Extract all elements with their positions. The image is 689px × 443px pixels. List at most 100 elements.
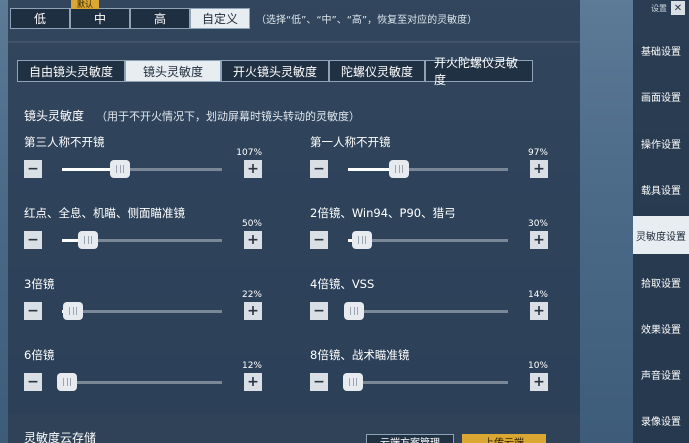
slider-thumb[interactable] xyxy=(344,302,365,320)
sensitivity-tabs: 自由镜头灵敏度 镜头灵敏度 开火镜头灵敏度 陀螺仪灵敏度 开火陀螺仪灵敏度 xyxy=(17,56,533,87)
slider-fpp-no-scope: 第一人称不开镜 97% − + xyxy=(310,134,548,184)
decrease-button[interactable]: − xyxy=(24,160,42,178)
grip-icon xyxy=(83,236,92,244)
tab-fire-gyroscope[interactable]: 开火陀螺仪灵敏度 xyxy=(425,56,533,87)
sidebar-item-label: 灵敏度设置 xyxy=(636,231,686,243)
decrease-button[interactable]: − xyxy=(24,373,42,391)
increase-button[interactable]: + xyxy=(244,302,262,320)
slider-track[interactable] xyxy=(348,231,508,249)
plus-icon: + xyxy=(533,303,545,319)
decrease-button[interactable]: − xyxy=(310,231,328,249)
slider-track[interactable] xyxy=(342,373,508,391)
slider-6x-scope: 6倍镜 12% − + xyxy=(24,347,262,397)
slider-percent: 50% xyxy=(241,219,262,229)
sidebar-item-label: 基础设置 xyxy=(641,46,681,58)
preset-medium-button[interactable]: 中 xyxy=(70,7,130,29)
grip-icon xyxy=(348,378,357,386)
sidebar-item-label: 录像设置 xyxy=(641,416,681,428)
decrease-button[interactable]: − xyxy=(24,231,42,249)
sidebar-header-title: 设置 xyxy=(651,3,667,13)
slider-track[interactable] xyxy=(348,160,508,178)
slider-thumb[interactable] xyxy=(63,302,84,320)
plus-icon: + xyxy=(247,374,259,390)
increase-button[interactable]: + xyxy=(244,231,262,249)
minus-icon: − xyxy=(313,161,325,177)
increase-button[interactable]: + xyxy=(530,231,548,249)
cloud-storage-section: 灵敏度云存储 云端方案管理 上传云端 xyxy=(8,414,580,443)
sidebar-item-vehicle[interactable]: 载具设置 xyxy=(633,170,689,208)
plus-icon: + xyxy=(247,303,259,319)
slider-thumb[interactable] xyxy=(56,373,77,391)
sidebar-item-recording[interactable]: 录像设置 xyxy=(633,401,689,439)
slider-track[interactable] xyxy=(62,160,222,178)
preset-custom-button[interactable]: 自定义 xyxy=(190,7,250,29)
slider-track[interactable] xyxy=(56,373,222,391)
slider-track[interactable] xyxy=(62,231,222,249)
tab-gyroscope-label: 陀螺仪灵敏度 xyxy=(340,64,413,79)
tab-camera[interactable]: 镜头灵敏度 xyxy=(125,60,221,82)
decrease-button[interactable]: − xyxy=(24,302,42,320)
sidebar-item-audio[interactable]: 声音设置 xyxy=(633,355,689,393)
decrease-button[interactable]: − xyxy=(310,160,328,178)
slider-thumb[interactable] xyxy=(352,231,373,249)
sidebar-item-effects[interactable]: 效果设置 xyxy=(633,309,689,347)
decrease-button[interactable]: − xyxy=(310,302,328,320)
increase-button[interactable]: + xyxy=(530,373,548,391)
grip-icon xyxy=(350,307,359,315)
slider-percent: 12% xyxy=(241,361,262,371)
plus-icon: + xyxy=(533,232,545,248)
slider-percent: 22% xyxy=(241,290,262,300)
grip-icon xyxy=(69,307,78,315)
minus-icon: − xyxy=(313,232,325,248)
grip-icon xyxy=(395,165,404,173)
preset-selector: 低 中 高 自定义 默认 （选择“低”、“中”、“高”，恢复至对应的灵敏度） xyxy=(10,0,477,29)
grip-icon xyxy=(358,236,367,244)
preset-low-button[interactable]: 低 xyxy=(10,7,70,29)
sidebar-item-label: 载具设置 xyxy=(641,185,681,197)
plus-icon: + xyxy=(247,232,259,248)
slider-percent: 107% xyxy=(236,148,262,158)
sidebar-item-controls[interactable]: 操作设置 xyxy=(633,124,689,162)
increase-button[interactable]: + xyxy=(244,373,262,391)
slider-thumb[interactable] xyxy=(342,373,363,391)
plus-icon: + xyxy=(533,374,545,390)
sidebar-item-sensitivity[interactable]: 灵敏度设置 xyxy=(633,216,689,254)
slider-red-dot: 红点、全息、机瞄、侧面瞄准镜 50% − + xyxy=(24,205,262,255)
cloud-manage-button[interactable]: 云端方案管理 xyxy=(366,434,454,443)
cloud-upload-button[interactable]: 上传云端 xyxy=(462,434,546,443)
section-hint: （用于不开火情况下，划动屏幕时镜头转动的灵敏度） xyxy=(96,110,361,123)
slider-percent: 10% xyxy=(527,361,548,371)
close-icon[interactable]: ✕ xyxy=(671,1,685,15)
decrease-button[interactable]: − xyxy=(310,373,328,391)
tab-fire-camera[interactable]: 开火镜头灵敏度 xyxy=(221,60,329,82)
sidebar-item-basic[interactable]: 基础设置 xyxy=(633,31,689,69)
tab-fire-gyroscope-label: 开火陀螺仪灵敏度 xyxy=(434,56,519,87)
slider-label: 3倍镜 xyxy=(24,277,55,291)
increase-button[interactable]: + xyxy=(244,160,262,178)
slider-label: 2倍镜、Win94、P90、猎弓 xyxy=(310,206,456,220)
preset-high-button[interactable]: 高 xyxy=(130,7,190,29)
slider-thumb[interactable] xyxy=(109,160,130,178)
sidebar-item-pickup[interactable]: 拾取设置 xyxy=(633,263,689,301)
slider-track[interactable] xyxy=(62,302,222,320)
tab-gyroscope[interactable]: 陀螺仪灵敏度 xyxy=(329,60,425,82)
increase-button[interactable]: + xyxy=(530,302,548,320)
section-title: 镜头灵敏度 （用于不开火情况下，划动屏幕时镜头转动的灵敏度） xyxy=(24,107,360,124)
tab-fire-camera-label: 开火镜头灵敏度 xyxy=(232,64,317,79)
plus-icon: + xyxy=(533,161,545,177)
sidebar-header: 设置 ✕ xyxy=(633,0,689,16)
cloud-upload-label: 上传云端 xyxy=(484,437,524,443)
sidebar-item-label: 画面设置 xyxy=(641,92,681,104)
plus-icon: + xyxy=(247,161,259,177)
slider-thumb[interactable] xyxy=(389,160,410,178)
slider-track[interactable] xyxy=(344,302,508,320)
grip-icon xyxy=(62,378,71,386)
sidebar-item-graphics[interactable]: 画面设置 xyxy=(633,77,689,115)
slider-4x-scope: 4倍镜、VSS 14% − + xyxy=(310,276,548,326)
slider-label: 4倍镜、VSS xyxy=(310,277,375,291)
increase-button[interactable]: + xyxy=(530,160,548,178)
tab-free-camera[interactable]: 自由镜头灵敏度 xyxy=(17,60,125,82)
slider-thumb[interactable] xyxy=(77,231,98,249)
minus-icon: − xyxy=(313,303,325,319)
slider-label: 红点、全息、机瞄、侧面瞄准镜 xyxy=(24,206,185,220)
